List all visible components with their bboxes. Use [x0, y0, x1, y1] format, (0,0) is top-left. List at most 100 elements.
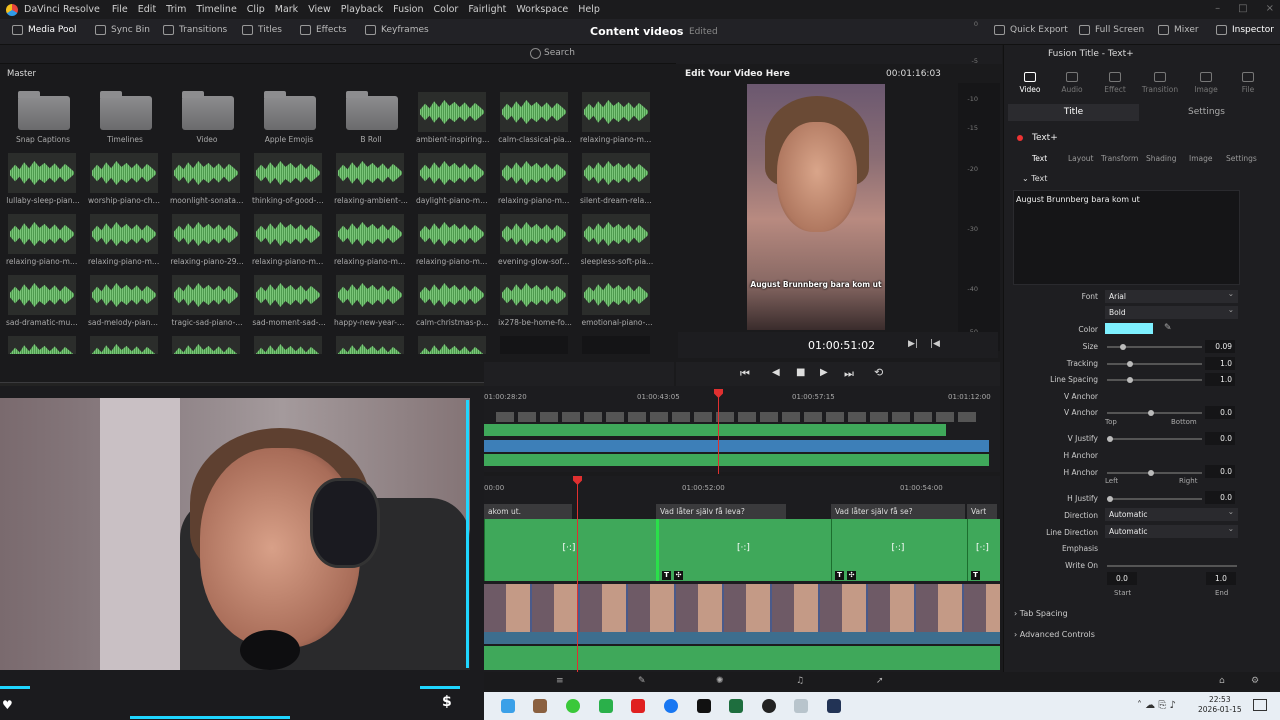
tiktok-icon[interactable] — [697, 699, 711, 713]
title-clip[interactable]: [·:] T ✣ — [831, 519, 967, 581]
subtab-text[interactable]: Text — [1032, 154, 1047, 163]
menu-fusion[interactable]: Fusion — [393, 4, 423, 15]
taskbar-clock[interactable]: 22:53 2026-01-15 — [1198, 695, 1242, 715]
search-input[interactable]: Search — [544, 48, 575, 58]
size-value[interactable]: 0.09 — [1205, 340, 1235, 353]
app-icon[interactable] — [794, 699, 808, 713]
menu-clip[interactable]: Clip — [247, 4, 265, 15]
size-slider[interactable] — [1107, 344, 1202, 350]
media-clip[interactable]: daylight-piano-mu... — [416, 149, 490, 205]
menu-playback[interactable]: Playback — [341, 4, 383, 15]
resolve-taskbar-icon[interactable] — [827, 699, 841, 713]
line-spacing-value[interactable]: 1.0 — [1205, 373, 1235, 386]
text-input[interactable]: August Brunnberg bara kom ut — [1013, 190, 1240, 285]
media-clip[interactable]: relaxing-piano-mu... — [6, 210, 80, 266]
app-icon[interactable] — [599, 699, 613, 713]
media-clip[interactable] — [498, 332, 572, 354]
tab-transition[interactable]: Transition — [1140, 72, 1180, 94]
media-clip[interactable]: lullaby-sleep-pian... — [6, 149, 80, 205]
media-clip[interactable]: relaxing-piano-29... — [170, 210, 244, 266]
media-clip[interactable]: relaxing-piano-mu... — [498, 149, 572, 205]
subtab-layout[interactable]: Layout — [1068, 154, 1094, 163]
h-anchor-value[interactable]: 0.0 — [1205, 465, 1235, 478]
inspector-button[interactable]: Inspector — [1216, 25, 1274, 35]
tab-audio[interactable]: Audio — [1052, 72, 1092, 94]
cut-page-icon[interactable]: ≡ — [556, 676, 564, 686]
menu-file[interactable]: File — [112, 4, 128, 15]
skip-start-icon[interactable]: ⏮ — [740, 367, 750, 381]
color-swatch[interactable] — [1105, 323, 1153, 334]
next-frame-icon[interactable]: ▶| — [908, 339, 918, 349]
media-clip[interactable]: tragic-sad-piano-... — [170, 271, 244, 327]
subtab-shading[interactable]: Shading — [1146, 154, 1176, 163]
youtube-icon[interactable] — [631, 699, 645, 713]
playhead-top[interactable] — [718, 396, 719, 474]
maximize-icon[interactable]: □ — [1238, 3, 1247, 14]
menu-fairlight[interactable]: Fairlight — [468, 4, 506, 15]
v-justify-value[interactable]: 0.0 — [1205, 432, 1235, 445]
media-clip[interactable]: sad-dramatic-mus... — [6, 271, 80, 327]
media-clip[interactable]: relaxing-piano-mu... — [252, 210, 326, 266]
tracking-knob[interactable] — [1126, 361, 1133, 367]
media-clip[interactable]: happy-new-year-p... — [334, 271, 408, 327]
audio-track-link[interactable] — [484, 632, 1000, 644]
sync-bin-button[interactable]: Sync Bin — [95, 25, 150, 35]
media-clip[interactable] — [170, 332, 244, 354]
media-clip[interactable]: relaxing-piano-mu... — [580, 88, 654, 144]
bin-folder[interactable]: Snap Captions — [6, 88, 80, 144]
facebook-icon[interactable] — [664, 699, 678, 713]
h-anchor-knob[interactable] — [1147, 470, 1154, 476]
color-page-icon[interactable]: ✺ — [716, 676, 724, 686]
subtitle-clip[interactable]: Vad låter själv få leva? — [656, 504, 786, 519]
playhead[interactable] — [577, 484, 578, 672]
media-clip[interactable]: thinking-of-good-t... — [252, 149, 326, 205]
media-clip[interactable]: sleepless-soft-pia... — [580, 210, 654, 266]
menu-edit[interactable]: Edit — [138, 4, 156, 15]
menu-timeline[interactable]: Timeline — [196, 4, 236, 15]
tab-effect[interactable]: Effect — [1095, 72, 1135, 94]
stop-icon[interactable]: ■ — [796, 367, 805, 378]
app-icon[interactable] — [762, 699, 776, 713]
media-clip[interactable] — [88, 332, 162, 354]
v-anchor-value[interactable]: 0.0 — [1205, 406, 1235, 419]
v-anchor-knob[interactable] — [1147, 410, 1154, 416]
audio-track[interactable] — [484, 646, 1000, 670]
menu-mark[interactable]: Mark — [275, 4, 298, 15]
quick-export-button[interactable]: Quick Export — [994, 25, 1068, 35]
prev-frame-icon[interactable]: |◀ — [930, 339, 940, 349]
direction-dropdown[interactable]: Automatic — [1105, 507, 1238, 521]
mixer-button[interactable]: Mixer — [1158, 25, 1199, 35]
skip-end-icon[interactable]: ⏭ — [844, 367, 854, 381]
menu-view[interactable]: View — [308, 4, 331, 15]
fairlight-page-icon[interactable]: ♫ — [796, 676, 804, 686]
media-clip[interactable] — [580, 332, 654, 354]
fusion-page-icon[interactable]: ✎ — [638, 676, 646, 686]
tab-settings[interactable]: Settings — [1140, 104, 1273, 121]
bin-folder[interactable]: Apple Emojis — [252, 88, 326, 144]
media-clip[interactable]: moonlight-sonata-... — [170, 149, 244, 205]
tracking-slider[interactable] — [1107, 361, 1202, 367]
media-clip[interactable] — [334, 332, 408, 354]
media-clip[interactable]: relaxing-piano-mu... — [334, 210, 408, 266]
menu-color[interactable]: Color — [434, 4, 459, 15]
subtab-image[interactable]: Image — [1189, 154, 1213, 163]
tab-video[interactable]: Video — [1010, 72, 1050, 94]
subtab-settings[interactable]: Settings — [1226, 154, 1257, 163]
line-spacing-knob[interactable] — [1126, 377, 1133, 383]
subtab-transform[interactable]: Transform — [1101, 154, 1138, 163]
effects-button[interactable]: Effects — [300, 25, 347, 35]
font-dropdown[interactable]: Arial — [1105, 289, 1238, 303]
h-justify-slider[interactable] — [1107, 496, 1202, 502]
media-clip[interactable]: ix278-be-home-fo... — [498, 271, 572, 327]
media-clip[interactable]: calm-classical-pia... — [498, 88, 572, 144]
excel-icon[interactable] — [729, 699, 743, 713]
search-icon[interactable] — [530, 48, 541, 59]
media-clip[interactable]: silent-dream-relax... — [580, 149, 654, 205]
menu-trim[interactable]: Trim — [166, 4, 186, 15]
advanced-controls-section[interactable]: › Advanced Controls — [1014, 630, 1095, 639]
h-anchor-slider[interactable] — [1107, 470, 1202, 476]
deliver-page-icon[interactable]: ➚ — [876, 676, 884, 686]
tab-title[interactable]: Title — [1008, 104, 1139, 121]
h-justify-knob[interactable] — [1107, 496, 1113, 502]
minimize-icon[interactable]: – — [1215, 3, 1220, 14]
